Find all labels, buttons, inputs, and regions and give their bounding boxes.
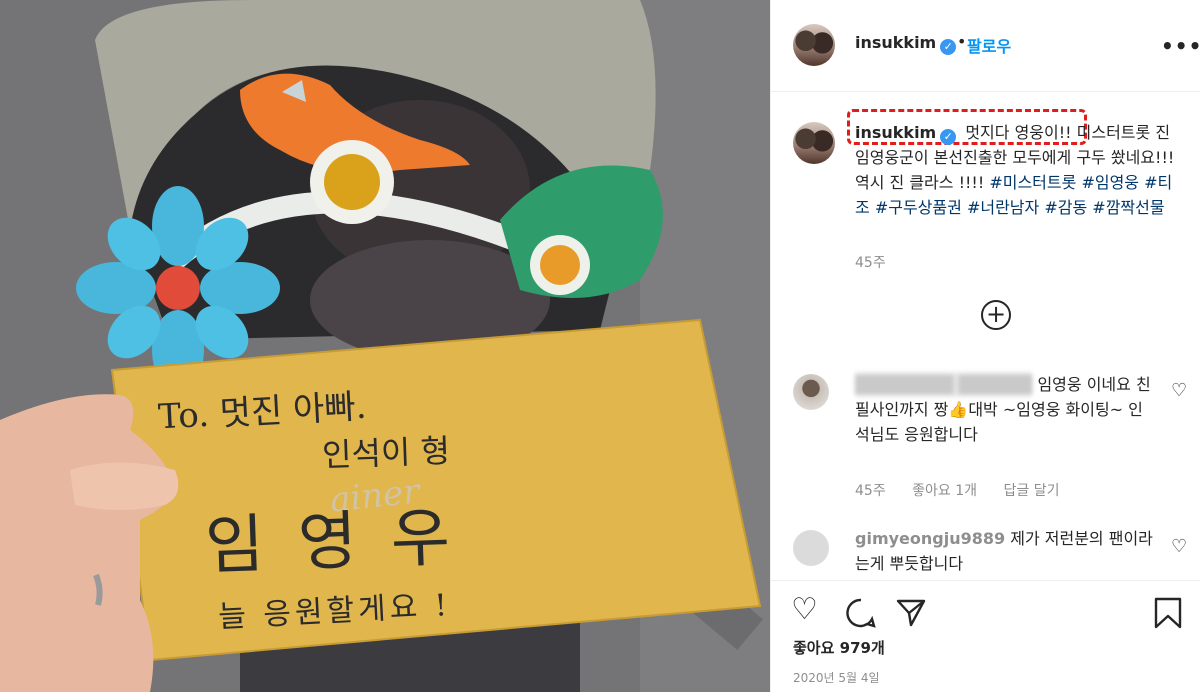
load-more-comments-button[interactable]: + (981, 300, 1011, 330)
comment-like-heart-icon[interactable]: ♡ (1171, 536, 1187, 557)
commenter-avatar[interactable] (793, 530, 829, 566)
caption-text: insukkim ✓ 멋지다 영웅이!! 미스터트롯 진 임영웅군이 본선진출한 … (855, 120, 1185, 220)
comment-meta: 45주 좋아요 1개 답글 달기 (855, 480, 1081, 500)
hashtag-link[interactable]: #깜짝선물 (1092, 198, 1164, 217)
comment-timestamp[interactable]: 45주 (855, 483, 886, 499)
envelope-line-3: 임영우 (204, 500, 486, 584)
commenter-avatar[interactable] (793, 374, 829, 410)
share-paper-plane-icon[interactable] (895, 597, 927, 629)
author-username-text[interactable]: insukkim (855, 33, 936, 52)
author-username[interactable]: insukkim ✓ (855, 33, 957, 55)
post-header: insukkim ✓ • 팔로우 ••• (771, 0, 1200, 92)
commenter-username[interactable]: gimyeongju9889 (855, 529, 1005, 548)
caption-timestamp[interactable]: 45주 (855, 252, 886, 272)
hashtag-link[interactable]: #감동 (1044, 198, 1087, 217)
hashtag-link[interactable]: #구두상품권 (875, 198, 962, 217)
likes-label[interactable]: 좋아요 (793, 639, 834, 657)
like-heart-icon[interactable]: ♡ (791, 595, 818, 625)
post-photo[interactable]: ainer To. 멋진 아빠. 인석이 형 임영우 늘 응원할게요 ! (0, 0, 770, 692)
caption-username-text[interactable]: insukkim (855, 123, 936, 142)
post-side-panel: insukkim ✓ • 팔로우 ••• insukkim ✓ 멋지다 영웅이!! … (770, 0, 1200, 692)
likes-number[interactable]: 979개 (840, 639, 885, 657)
envelope-line-2: 인석이 형 (321, 431, 451, 475)
caption-username[interactable]: insukkim ✓ (855, 123, 957, 145)
comment-likes[interactable]: 좋아요 1개 (912, 483, 977, 499)
more-options-icon[interactable]: ••• (1161, 34, 1200, 58)
commenter-username-blurred[interactable]: ████████ ██████ (855, 372, 1033, 397)
likes-count[interactable]: 좋아요 979개 (793, 637, 885, 658)
post-date[interactable]: 2020년 5월 4일 (793, 669, 880, 686)
comment-text: gimyeongju9889 제가 저런분의 팬이라는게 뿌듯합니다 (855, 526, 1155, 576)
reply-button[interactable]: 답글 달기 (1004, 483, 1060, 499)
verified-badge-icon: ✓ (940, 39, 957, 55)
hashtag-link[interactable]: #미스터트롯 (989, 173, 1076, 192)
hashtag-link[interactable]: #임영웅 (1081, 173, 1139, 192)
caption-highlighted-text: 멋지다 영웅이!! (965, 123, 1072, 142)
verified-badge-icon: ✓ (940, 129, 957, 145)
comment-text: ████████ ██████ 임영웅 이네요 친필사인까지 짱👍대박 ~임영웅… (855, 372, 1155, 447)
follow-button[interactable]: 팔로우 (967, 33, 1011, 57)
comment-bubble-icon[interactable] (845, 597, 877, 629)
bookmark-icon[interactable] (1153, 597, 1183, 629)
comment-like-heart-icon[interactable]: ♡ (1171, 380, 1187, 401)
author-avatar[interactable] (793, 24, 835, 66)
post-actions-bar: ♡ 좋아요 979개 2020년 5월 4일 (771, 580, 1200, 692)
caption-author-avatar[interactable] (793, 122, 835, 164)
separator-dot: • (957, 32, 967, 51)
hashtag-link[interactable]: #너란남자 (967, 198, 1039, 217)
